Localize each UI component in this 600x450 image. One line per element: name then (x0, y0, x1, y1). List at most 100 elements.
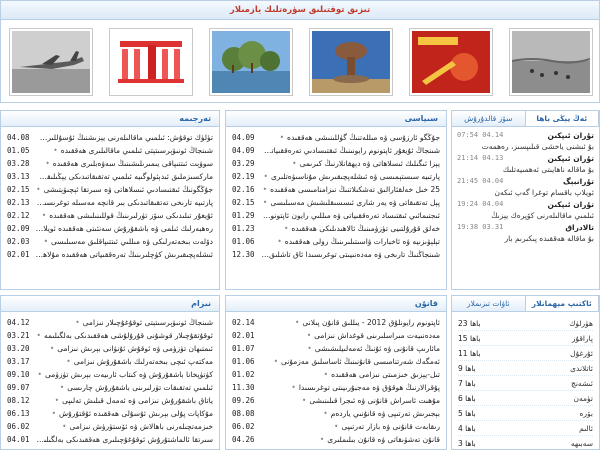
news-item-link[interactable]: مەدەنىيەت مىراسلىرىنى قوغداش نىزامى (261, 329, 440, 342)
thumbnail-trees-lake[interactable] (209, 28, 293, 96)
comment-item[interactable]: 21:14 04.13 تۇران ئىپكىن بۇ ماقالە ناھايىت… (457, 153, 594, 175)
news-item-link[interactable]: بېجىرىش تەرتىپى ۋە قانۇنىي ياردەم (261, 407, 440, 420)
thumbnail-soldiers-river[interactable] (509, 28, 593, 96)
news-item[interactable]: 06.02 رىقابەت قانۇنى ۋە بازار تەرتىپى (232, 420, 440, 433)
news-item-link[interactable]: ئاپتونوم رايونلۇق 2012 - يىللىق قانۇن پى… (261, 316, 440, 329)
news-item[interactable]: 02.12 ئۇيغۇر تىلىدىكى سۆز تۈرلىرىنىڭ قولل… (7, 209, 213, 222)
news-item[interactable]: 04.12 شىنجاڭ ئونىۋېرسىتېتى ئوقۇغۇچىلار نى… (7, 316, 213, 329)
news-item[interactable]: 02.15 پېل تەتقىقاتى ۋە يەر شارى ئىسسىقلىش… (232, 196, 440, 209)
thumbnail-red-building[interactable] (109, 28, 193, 96)
visitor-item[interactable]: 4 باھا ئالىم (458, 421, 593, 436)
news-item-link[interactable]: ياتاق باشقۇرۇش نىزامى ۋە ئەمەل قىلىش تەل… (36, 394, 213, 407)
news-item-link[interactable]: مائارىپ قانۇنى ۋە ئۇنىڭ ئەمەلىيلىشىشى (261, 342, 440, 355)
news-item[interactable]: 09.07 ئىلمىي تەتقىقات تۈرلىرىنى باشقۇرۇش … (7, 381, 213, 394)
visitor-name[interactable]: ئىشەنچ (571, 376, 593, 390)
news-item-link[interactable]: پۇقرالارنىڭ ھوقۇق ۋە مەجبۇرىيىتى توغرىسى… (261, 381, 440, 394)
news-item-link[interactable]: يېزا ئىگىلىك ئىسلاھاتى ۋە دېھقانلارنىڭ ك… (261, 157, 440, 170)
news-item[interactable]: 02.19 پارتىيە سىستېمىسى ۋە ئىشلەپچىقىرىش … (232, 170, 440, 183)
news-item[interactable]: 06.13 مۇكاپات پۇلى بېرىش ئۇسۇلى ھەققىدە ئ… (7, 407, 213, 420)
news-item-link[interactable]: ئەمگەك شەرتنامىسى قانۇنىنىڭ ئاساسلىق مەز… (261, 355, 440, 368)
news-item[interactable]: 04.09 جۇڭگو ئارزۇسى ۋە مىللەتنىڭ گۈللىنىش… (232, 131, 440, 144)
news-item[interactable]: 02.09 رەھبەرلىك ئىلمى ۋە باشقۇرۇش سەنئىتى… (7, 222, 213, 235)
news-item[interactable]: 03.29 يېزا ئىگىلىك ئىسلاھاتى ۋە دېھقانلار… (232, 157, 440, 170)
comment-user[interactable]: تۇران ئىپكىن (547, 130, 594, 141)
news-item-link[interactable]: خەلق قۇرۇلتىيى تۈزۈمىنىڭ ئالاھىدىلىكى ھە… (261, 222, 440, 235)
comment-user[interactable]: تۇران ئىپكىن (547, 153, 594, 164)
visitor-name[interactable]: پاراقۇز (572, 331, 593, 345)
news-item-link[interactable]: ئىجتىمائىي ئىقتىساد تەرەققىياتى ۋە مىللى… (261, 209, 440, 222)
comment-item[interactable]: 19:24 04.04 تۇران ئىپكىن ئىلمىي ماقالىلەرن… (457, 199, 594, 221)
news-item-link[interactable]: ئۇيغۇر تىلىدىكى سۆز تۈرلىرىنىڭ قوللىنىلى… (36, 209, 213, 222)
visitor-item[interactable]: 6 باھا تۈمەن (458, 391, 593, 406)
visitor-name[interactable]: ئۇرغۇل (570, 346, 593, 360)
news-item[interactable]: 02.01 ئىشلەپچىقىرىش كۈچلىرىنىڭ تەرەققىيات… (7, 248, 213, 261)
news-item-link[interactable]: سىرتقا ئالماشتۇرۇش ئوقۇغۇچىلىرى ھەققىدىك… (36, 433, 213, 446)
news-item[interactable]: 02.14 ئاپتونوم رايونلۇق 2012 - يىللىق قان… (232, 316, 440, 329)
news-item[interactable]: 04.08 تۈلۈك توقۇش: ئىلمىي ماقالىلەرنى يېز… (7, 131, 213, 144)
news-item[interactable]: 01.02 تىل-يېزىق خىزمىتى نىزامى ھەققىدە (232, 368, 440, 381)
news-item-link[interactable]: سوۋېت ئىتتىپاقى يىمىرىلىشىنىڭ سەۋەبلىرى … (36, 157, 213, 170)
comment-user[interactable]: تالادراق (565, 222, 594, 233)
visitor-item[interactable]: 23 باھا ھۈرلۈك (458, 316, 593, 331)
tab-latest-comments[interactable]: ئەڭ يېڭى باھا (524, 111, 599, 126)
thumbnail-jet-fighter[interactable] (9, 28, 93, 96)
news-item-link[interactable]: شىنجاڭنىڭ تارىخى ۋە مەدەنىيىتى توغرىسىدا… (261, 248, 440, 261)
news-item-link[interactable]: پارتىيە تارىخى تەتقىقاتىدىكى بىر قانچە م… (36, 196, 213, 209)
visitor-name[interactable]: بۆرە (579, 406, 593, 420)
news-item[interactable]: 02.13 پارتىيە تارىخى تەتقىقاتىدىكى بىر قا… (7, 196, 213, 209)
news-item[interactable]: 03.13 ماركسىزملىق ئىدېئولوگىيە ئىلمىي تەت… (7, 170, 213, 183)
news-item-link[interactable]: شىنجاڭ ئونىۋېرسىتېتى ئىلمىي ماقالىلىرى ھ… (36, 144, 213, 157)
visitor-item[interactable]: 3 باھا سەبىھە (458, 436, 593, 449)
news-item-link[interactable]: جۇڭگو ئارزۇسى ۋە مىللەتنىڭ گۈللىنىشى ھەق… (261, 131, 440, 144)
comment-user[interactable]: تۇرانبېگ (563, 176, 594, 187)
visitor-item[interactable]: 5 باھا بۆرە (458, 406, 593, 421)
news-item-link[interactable]: ئوقۇتقۇچىلار قوشۇنى قۇرۇلۇشى ھەققىدىكى ب… (36, 329, 213, 342)
news-item[interactable]: 04.01 سىرتقا ئالماشتۇرۇش ئوقۇغۇچىلىرى ھەق… (7, 433, 213, 446)
visitor-item[interactable]: 15 باھا پاراقۇز (458, 331, 593, 346)
news-item-link[interactable]: تېلېۋىزىيە ۋە ئاخبارات ۋاسىتىلىرىنىڭ رول… (261, 235, 440, 248)
news-item[interactable]: 01.05 شىنجاڭ ئونىۋېرسىتېتى ئىلمىي ماقالىل… (7, 144, 213, 157)
news-item[interactable]: 02.01 مەدەنىيەت مىراسلىرىنى قوغداش نىزامى (232, 329, 440, 342)
thumbnail-mushroom-cloud[interactable] (309, 28, 393, 96)
news-item-link[interactable]: ئىلمىي تەتقىقات تۈرلىرىنى باشقۇرۇش چارىس… (36, 381, 213, 394)
thumbnail-red-poster[interactable] (409, 28, 493, 96)
comment-user[interactable]: تۇران ئىپكىن (547, 199, 594, 210)
news-item[interactable]: 03.17 مەكتەپ ئىچى بىخەتەرلىك باشقۇرۇش نىز… (7, 355, 213, 368)
visitor-name[interactable]: سەبىھە (571, 436, 593, 449)
news-item[interactable]: 09.26 مۇھىت ئاسراش قانۇنى ۋە ئىجرا قىلىنى… (232, 394, 440, 407)
news-item-link[interactable]: جۇڭگونىڭ ئىقتىسادىي ئىسلاھاتى ۋە سىرتقا … (36, 183, 213, 196)
news-item[interactable]: 04.26 قانۇن تەشۋىقاتى ۋە قانۇن بىلىملىرى (232, 433, 440, 446)
news-item[interactable]: 02.16 25 خىل خەلقئارالىق تەشكىلاتنىڭ نىزا… (232, 183, 440, 196)
news-item-link[interactable]: شىنجاڭ ئونىۋېرسىتېتى ئوقۇغۇچىلار نىزامى (36, 316, 213, 329)
news-item[interactable]: 04.09 شىنجاڭ ئۇيغۇر ئاپتونوم رايونىنىڭ ئى… (232, 144, 440, 157)
news-item[interactable]: 01.06 تېلېۋىزىيە ۋە ئاخبارات ۋاسىتىلىرىنى… (232, 235, 440, 248)
news-item-link[interactable]: 25 خىل خەلقئارالىق تەشكىلاتنىڭ نىزامنامى… (261, 183, 440, 196)
news-item-link[interactable]: رەھبەرلىك ئىلمى ۋە باشقۇرۇش سەنئىتى ھەقق… (36, 222, 213, 235)
news-item-link[interactable]: قانۇن تەشۋىقاتى ۋە قانۇن بىلىملىرى (261, 433, 440, 446)
news-item-link[interactable]: تىل-يېزىق خىزمىتى نىزامى ھەققىدە (261, 368, 440, 381)
visitor-item[interactable]: 7 باھا ئىشەنچ (458, 376, 593, 391)
tab-active-visitors[interactable]: ئاكتىپ مېھمانلار (524, 296, 599, 311)
news-item-link[interactable]: پارتىيە سىستېمىسى ۋە ئىشلەپچىقىرىش مۇناس… (261, 170, 440, 183)
visitor-name[interactable]: تۈمەن (573, 391, 593, 405)
news-item[interactable]: 01.29 ئىجتىمائىي ئىقتىساد تەرەققىياتى ۋە … (232, 209, 440, 222)
news-item-link[interactable]: مەكتەپ ئىچى بىخەتەرلىك باشقۇرۇش نىزامى (36, 355, 213, 368)
news-item[interactable]: 11.30 پۇقرالارنىڭ ھوقۇق ۋە مەجبۇرىيىتى تو… (232, 381, 440, 394)
news-item[interactable]: 03.21 ئوقۇتقۇچىلار قوشۇنى قۇرۇلۇشى ھەققىد… (7, 329, 213, 342)
news-item-link[interactable]: ئىمتىھان تۈزۈمى ۋە ئوقۇش ئۇنۋانى بېرىش ن… (36, 342, 213, 355)
news-item-link[interactable]: مۇھىت ئاسراش قانۇنى ۋە ئىجرا قىلىنىشى (261, 394, 440, 407)
news-item[interactable]: 06.02 خىزمەتچىلەرنى باھالاش ۋە ئۆستۈرۈش ن… (7, 420, 213, 433)
visitor-name[interactable]: ئالىم (579, 421, 593, 435)
news-item[interactable]: 02.15 جۇڭگونىڭ ئىقتىسادىي ئىسلاھاتى ۋە سى… (7, 183, 213, 196)
news-item-link[interactable]: دۆلەت بىخەتەرلىكى ۋە مىللىي ئىتتىپاقلىق … (36, 235, 213, 248)
news-item[interactable]: 01.23 خەلق قۇرۇلتىيى تۈزۈمىنىڭ ئالاھىدىلى… (232, 222, 440, 235)
news-item[interactable]: 01.07 مائارىپ قانۇنى ۋە ئۇنىڭ ئەمەلىيلىشى… (232, 342, 440, 355)
news-item[interactable]: 12.30 شىنجاڭنىڭ تارىخى ۋە مەدەنىيىتى توغر… (232, 248, 440, 261)
news-item-link[interactable]: خىزمەتچىلەرنى باھالاش ۋە ئۆستۈرۈش نىزامى (36, 420, 214, 433)
tab-leave-message[interactable]: سۆز قالدۇرۇش (452, 111, 525, 126)
news-item[interactable]: 08.08 بېجىرىش تەرتىپى ۋە قانۇنىي ياردەم (232, 407, 440, 420)
news-item-link[interactable]: پېل تەتقىقاتى ۋە يەر شارى ئىسسىقلىشىش مە… (261, 196, 440, 209)
news-item[interactable]: 01.06 ئەمگەك شەرتنامىسى قانۇنىنىڭ ئاساسلى… (232, 355, 440, 368)
visitor-item[interactable]: 9 باھا ئاتلاندى (458, 361, 593, 376)
news-item-link[interactable]: كۈتۈپخانا باشقۇرۇش ۋە كىتاب ئارىيەت بېرى… (36, 368, 213, 381)
